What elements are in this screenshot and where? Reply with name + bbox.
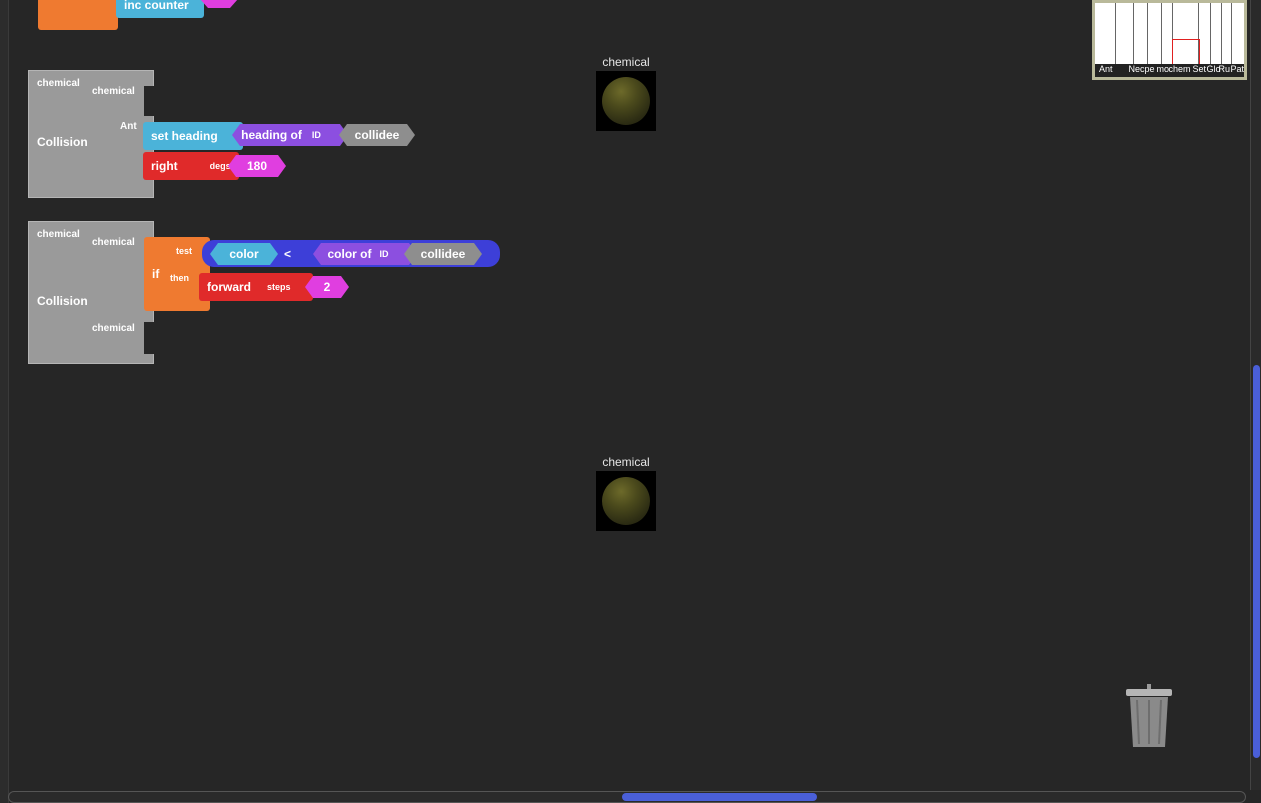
agent-chemical-2[interactable] (596, 471, 656, 531)
test-label: test (176, 246, 193, 256)
collidee-label-1: collidee (354, 128, 400, 142)
horizontal-scroll-thumb[interactable] (622, 793, 817, 801)
agent-chemical-1[interactable] (596, 71, 656, 131)
vertical-scroll-thumb[interactable] (1253, 365, 1260, 758)
sphere-icon-2 (602, 477, 650, 525)
minimap-label: Ru (1218, 64, 1230, 74)
heading-of-id-label: ID (311, 130, 321, 140)
minimap-label: chem (1168, 64, 1191, 74)
vertical-scrollbar[interactable] (1250, 0, 1261, 790)
collision2-arg2: chemical (92, 237, 135, 248)
minimap-label: Set (1192, 64, 1206, 74)
less-than-operator: < (284, 247, 292, 261)
collision1-arg1: chemical (37, 78, 80, 89)
horizontal-scrollbar[interactable] (8, 791, 1246, 803)
collision1-arg2: chemical (92, 86, 135, 97)
collidee-block-2[interactable]: collidee (404, 243, 482, 265)
color-of-id-label: ID (379, 249, 389, 259)
minimap-label: Pat (1230, 64, 1244, 74)
minimap-label: Glo (1206, 64, 1221, 74)
inc-counter-label: inc counter (124, 0, 189, 12)
degs-label: degs (209, 161, 231, 171)
inc-counter-value-partial[interactable] (200, 0, 238, 8)
color-of-label: color of (327, 247, 372, 261)
agent-label-2: chemical (602, 455, 650, 469)
minimap[interactable]: Ant Nec pe mo chem Set Glo Ru Pat (1092, 0, 1247, 80)
color-label: color (229, 247, 259, 261)
heading-of-label: heading of (241, 128, 302, 142)
if-label: if (152, 267, 160, 281)
collision1-title: Collision (37, 135, 88, 149)
set-heading-block[interactable]: set heading (143, 122, 243, 150)
collision1-arg3: Ant (120, 121, 137, 132)
steps-value[interactable]: 2 (305, 276, 349, 298)
right-label: right (151, 159, 178, 173)
workspace-left-edge (0, 0, 9, 803)
collision-block-2[interactable]: chemical chemical Collision chemical (28, 221, 154, 364)
forward-block[interactable]: forward steps (199, 273, 313, 301)
right-block[interactable]: right degs (143, 152, 239, 180)
minimap-label: pe (1144, 64, 1155, 74)
degs-value[interactable]: 180 (228, 155, 286, 177)
trash-can-icon[interactable] (1124, 684, 1174, 748)
collision2-arg3: chemical (92, 323, 135, 334)
agent-label-1: chemical (602, 55, 650, 69)
heading-of-block[interactable]: heading of ID (232, 124, 348, 146)
steps-label: steps (267, 282, 291, 292)
collidee-block-1[interactable]: collidee (339, 124, 415, 146)
procedure-block-partial[interactable] (38, 0, 118, 30)
minimap-label: Nec (1128, 64, 1145, 74)
steps-value-label: 2 (323, 280, 331, 294)
set-heading-label: set heading (151, 129, 218, 143)
minimap-labels: Ant Nec pe mo chem Set Glo Ru Pat (1095, 64, 1244, 77)
collision2-socket-bottom (144, 322, 156, 354)
color-block[interactable]: color (210, 243, 278, 265)
workspace-canvas[interactable]: inc counter chemical chemical Ant Collis… (0, 0, 1261, 803)
collidee-label-2: collidee (420, 247, 466, 261)
then-label: then (170, 273, 189, 283)
forward-label: forward (207, 280, 252, 294)
degs-value-label: 180 (246, 159, 268, 173)
minimap-label: mo (1156, 64, 1169, 74)
inc-counter-block[interactable]: inc counter (116, 0, 204, 18)
collision-block-1[interactable]: chemical chemical Ant Collision (28, 70, 154, 198)
collision1-socket-top (144, 86, 156, 116)
collision2-arg1: chemical (37, 229, 80, 240)
color-of-block[interactable]: color of ID (313, 243, 417, 265)
sphere-icon-1 (602, 77, 650, 125)
minimap-label: Ant (1099, 64, 1113, 74)
collision2-title: Collision (37, 294, 88, 308)
